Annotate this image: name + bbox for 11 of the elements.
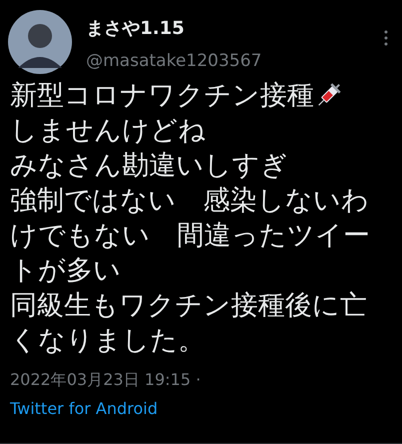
tweet-text: しませんけどね (10, 114, 207, 148)
tweet-text: みなさん勘違いしすぎ (10, 149, 289, 183)
user-handle[interactable]: @masatake1203567 (86, 50, 370, 72)
source-link[interactable]: Twitter for Android (10, 399, 158, 418)
avatar-icon[interactable] (8, 10, 72, 74)
tweet-text: 同級生もワクチン接種後に亡くなりました。 (10, 289, 368, 358)
timestamp[interactable]: 2022年03月23日 19:15 · (10, 370, 201, 391)
tweet-text: 新型コロナワクチン接種 (10, 79, 314, 113)
display-name[interactable]: まさや1.15 (86, 18, 370, 40)
tweet-text: 強制ではない 感染しないわけでもない 間違ったツイートが多い (10, 184, 371, 288)
more-options-icon[interactable] (384, 30, 388, 46)
